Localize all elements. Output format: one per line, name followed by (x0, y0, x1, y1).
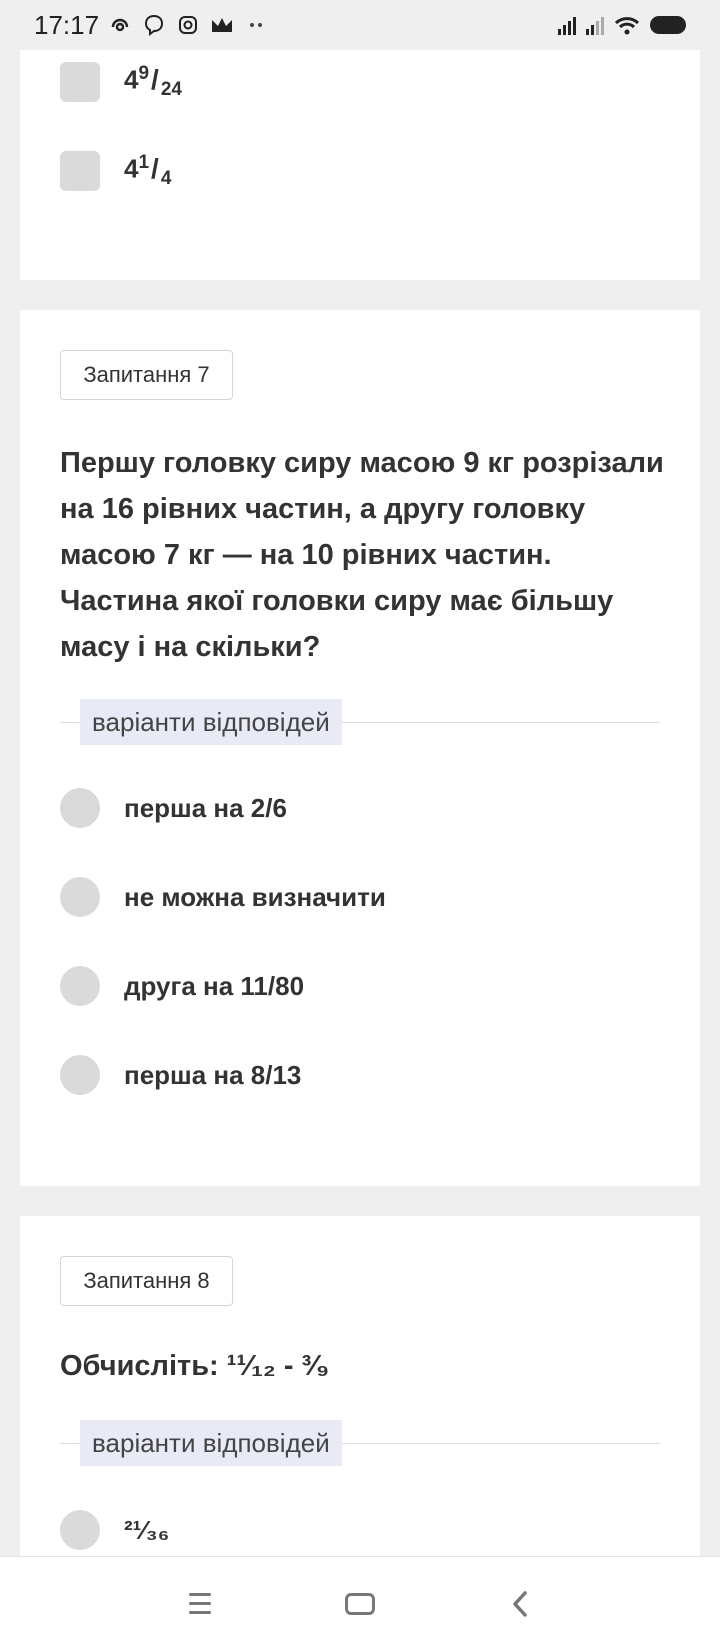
option-label: перша на 2/6 (124, 792, 287, 823)
signal-weak-icon (586, 15, 604, 35)
battery-icon: 23 (650, 16, 686, 34)
instagram-icon (175, 12, 201, 38)
answer-option[interactable]: друга на 11/80 (60, 966, 304, 1006)
status-time: 17:17 (34, 9, 100, 40)
option-label: не можна визначити (124, 881, 386, 912)
more-dots-icon (243, 12, 269, 38)
option-label: 49/24 (124, 63, 182, 100)
previous-question-card: 49/24 41/4 (20, 50, 700, 280)
hotspot-icon (107, 12, 133, 38)
battery-level: 23 (661, 18, 675, 32)
checkbox[interactable] (60, 62, 100, 102)
radio-button[interactable] (60, 1055, 100, 1095)
question-number-badge: Запитання 8 (60, 1256, 233, 1306)
answer-option[interactable]: перша на 8/13 (60, 1055, 301, 1095)
option-label: 41/4 (124, 152, 172, 189)
question-text: Першу головку сиру масою 9 кг розрізали … (60, 447, 664, 663)
answer-option[interactable]: 41/4 (60, 151, 171, 191)
question-7-card: Запитання 7 Першу головку сиру масою 9 к… (20, 310, 700, 1186)
radio-button[interactable] (60, 966, 100, 1006)
radio-button[interactable] (60, 877, 100, 917)
answer-option[interactable]: ²¹⁄₃₆ (60, 1510, 170, 1550)
back-icon[interactable] (500, 1584, 540, 1624)
status-bar: 17:17 23 (0, 0, 720, 50)
option-label: ²¹⁄₃₆ (124, 1514, 170, 1545)
answer-option[interactable]: перша на 2/6 (60, 788, 287, 828)
question-8-card: Запитання 8 Обчисліть: ¹¹⁄₁₂ - ³⁄₉ варіа… (20, 1216, 700, 1556)
home-icon[interactable] (340, 1584, 380, 1624)
viber-icon (141, 12, 167, 38)
answer-option[interactable]: не можна визначити (60, 877, 386, 917)
answers-label: варіанти відповідей (80, 1420, 342, 1466)
menu-icon[interactable] (180, 1584, 220, 1624)
radio-button[interactable] (60, 1510, 100, 1550)
question-number-badge: Запитання 7 (60, 350, 233, 400)
signal-icon (558, 15, 576, 35)
answers-label: варіанти відповідей (80, 699, 342, 745)
navigation-bar (0, 1556, 720, 1650)
checkbox[interactable] (60, 151, 100, 191)
answer-option[interactable]: 49/24 (60, 62, 182, 102)
option-label: друга на 11/80 (124, 970, 305, 1001)
question-expression: ¹¹⁄₁₂ - ³⁄₉ (226, 1350, 330, 1382)
question-text: Обчисліть: ¹¹⁄₁₂ - ³⁄₉ (60, 1343, 670, 1389)
question-prompt: Обчисліть: (60, 1350, 219, 1382)
radio-button[interactable] (60, 788, 100, 828)
crown-icon (209, 12, 235, 38)
wifi-icon (614, 12, 640, 38)
option-label: перша на 8/13 (124, 1059, 302, 1090)
